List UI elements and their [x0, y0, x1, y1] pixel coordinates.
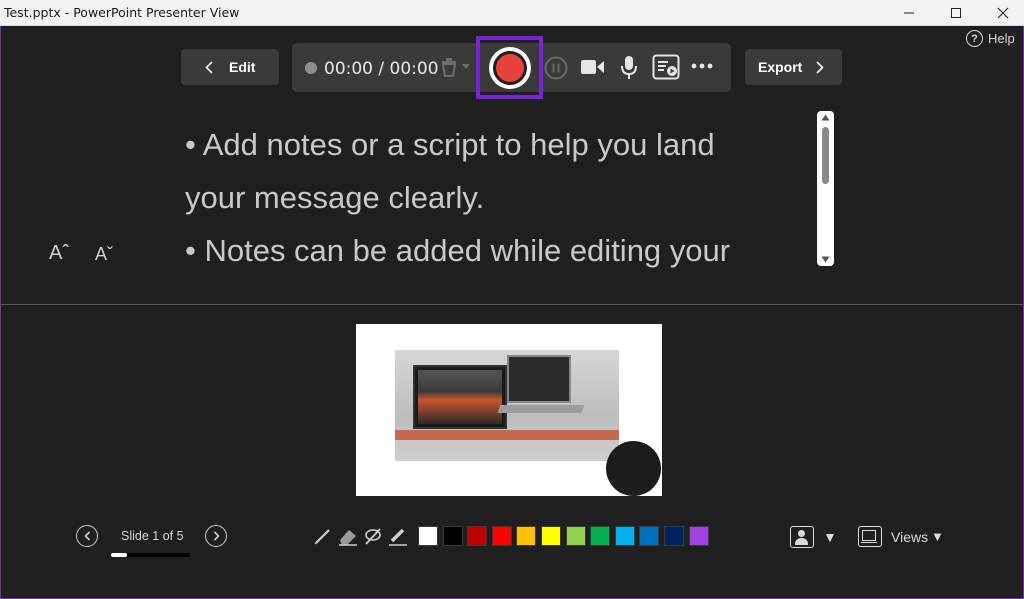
color-swatch[interactable] [688, 526, 709, 546]
presenter-view [0, 26, 1024, 599]
monitor-illustration [413, 365, 507, 429]
edit-button[interactable]: Edit [181, 49, 279, 85]
color-swatch[interactable] [442, 526, 463, 546]
scrollbar-thumb[interactable] [822, 127, 829, 184]
help-circle-icon: ? [966, 30, 983, 47]
current-slide-preview[interactable] [356, 324, 662, 496]
minimize-icon [904, 12, 914, 14]
color-swatch[interactable] [467, 526, 488, 546]
camera-toggle-button[interactable] [580, 57, 605, 77]
notes-scrollbar[interactable] [817, 111, 834, 266]
lasso-icon [365, 528, 381, 545]
lasso-tool-button[interactable] [362, 525, 384, 547]
color-swatch[interactable] [664, 526, 684, 546]
recording-dot-icon [305, 62, 317, 74]
more-options-icon [691, 63, 713, 69]
chevron-left-icon [83, 531, 90, 541]
color-swatch[interactable] [639, 526, 660, 546]
pause-button[interactable] [544, 56, 568, 80]
window-title: Test.pptx - PowerPoint Presenter View [4, 5, 240, 20]
notes-line: your message clearly. [185, 180, 485, 215]
trash-icon [441, 58, 470, 77]
color-swatch[interactable] [541, 526, 561, 546]
eraser-icon [339, 530, 357, 546]
speaker-notes[interactable]: • Add notes or a script to help you land… [185, 118, 805, 277]
chevron-right-icon [816, 60, 824, 74]
increase-font-button[interactable]: Aˆ [49, 242, 69, 265]
recording-timer: 00:00 / 00:00 [324, 59, 439, 79]
pen-tool-button[interactable] [312, 525, 334, 547]
help-button[interactable]: ? Help [966, 30, 1015, 47]
slide-counter: Slide 1 of 5 [121, 529, 184, 543]
close-button[interactable] [980, 0, 1024, 26]
export-label: Export [758, 59, 803, 75]
microphone-icon [621, 56, 637, 79]
views-label: Views [891, 528, 929, 545]
microphone-toggle-button[interactable] [620, 55, 638, 80]
views-layout-icon [858, 526, 882, 547]
teleprompter-icon [652, 54, 680, 80]
record-button[interactable] [489, 47, 531, 89]
dropdown-arrow-icon: ▼ [823, 529, 837, 545]
maximize-icon [951, 8, 961, 18]
slide-progress-fill [111, 553, 127, 557]
views-dropdown[interactable]: Views [858, 526, 928, 547]
highlighter-tool-button[interactable] [387, 525, 409, 547]
color-swatch[interactable] [491, 526, 512, 546]
camera-view-dropdown[interactable]: ▼ [790, 526, 837, 548]
close-icon [997, 7, 1009, 19]
camera-view-icon [790, 526, 814, 548]
laptop-illustration [507, 355, 571, 403]
scroll-up-icon[interactable] [821, 114, 830, 121]
color-swatch[interactable] [590, 526, 611, 546]
chevron-right-icon [213, 531, 220, 541]
slide-progress-bar [111, 553, 190, 557]
pause-icon [544, 56, 568, 80]
section-divider [0, 304, 1024, 305]
delete-recording-button[interactable] [438, 56, 472, 78]
export-button[interactable]: Export [745, 49, 842, 85]
minimize-button[interactable] [886, 0, 932, 26]
pen-icon [314, 529, 330, 545]
teleprompter-button[interactable] [652, 54, 680, 80]
previous-slide-button[interactable] [76, 525, 98, 547]
video-camera-icon [581, 60, 604, 74]
more-options-button[interactable] [690, 62, 714, 70]
slide-image [395, 350, 619, 461]
color-swatch[interactable] [565, 526, 586, 546]
chevron-left-icon [205, 60, 213, 74]
notes-line: • Add notes or a script to help you land [185, 127, 715, 162]
color-swatch[interactable] [516, 526, 537, 546]
maximize-button[interactable] [933, 0, 979, 26]
next-slide-button[interactable] [205, 525, 227, 547]
help-label: Help [988, 31, 1015, 46]
color-swatch[interactable] [614, 526, 635, 546]
notes-line: • Notes can be added while editing your [185, 233, 731, 268]
scroll-down-icon[interactable] [821, 256, 830, 263]
color-swatch[interactable] [418, 526, 438, 546]
camera-feed-circle [606, 441, 661, 496]
record-icon [493, 51, 527, 85]
eraser-tool-button[interactable] [337, 525, 359, 547]
title-bar: Test.pptx - PowerPoint Presenter View [0, 0, 1024, 26]
decrease-font-button[interactable]: Aˇ [95, 244, 113, 265]
edit-label: Edit [229, 59, 256, 75]
highlighter-icon [389, 528, 407, 546]
views-dropdown-arrow-icon: ▼ [931, 529, 944, 544]
